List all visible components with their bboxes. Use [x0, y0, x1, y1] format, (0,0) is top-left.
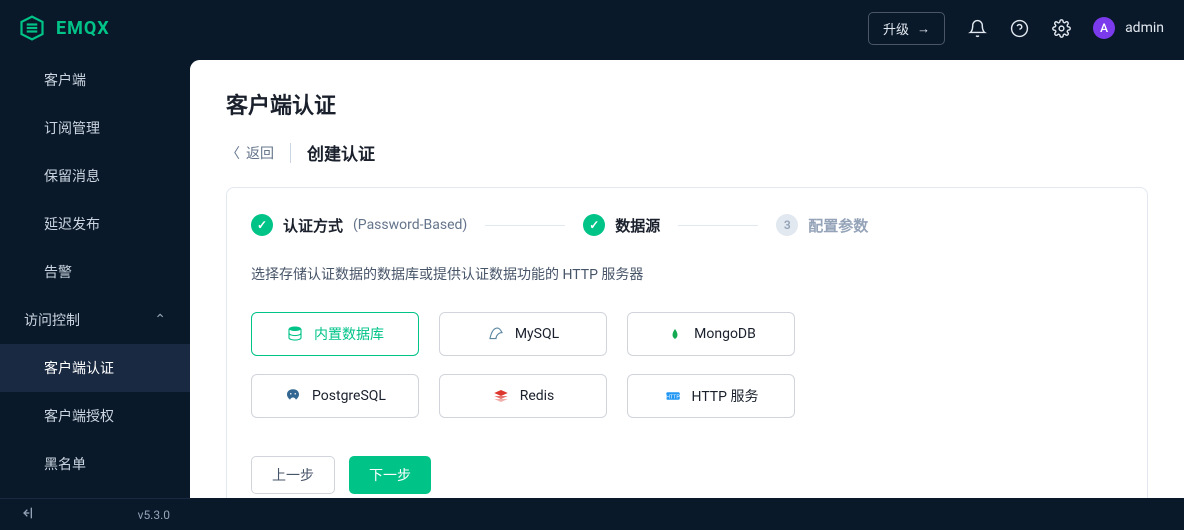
step-label: 认证方式 — [283, 215, 343, 236]
datasource-option-mysql[interactable]: MySQL — [439, 312, 607, 356]
main-layout: 客户端订阅管理保留消息延迟发布告警访问控制 ⌃ 客户端认证客户端授权黑名单 客户端认… — [0, 56, 1184, 498]
upgrade-label: 升级 — [883, 19, 909, 38]
app-header: EMQX 升级 → A admin — [0, 0, 1184, 56]
sidebar-item-label: 订阅管理 — [44, 118, 100, 138]
wizard-card: ✓ 认证方式 (Password-Based) ✓ 数据源 3 配置参数 选择存储认证数据… — [226, 187, 1148, 498]
sidebar: 客户端订阅管理保留消息延迟发布告警访问控制 ⌃ 客户端认证客户端授权黑名单 — [0, 56, 190, 498]
datasource-option-postgresql[interactable]: PostgreSQL — [251, 374, 419, 418]
help-icon[interactable] — [1009, 18, 1029, 38]
gear-icon[interactable] — [1051, 18, 1071, 38]
version-label: v5.3.0 — [138, 508, 170, 522]
sidebar-item-5[interactable]: 访问控制 ⌃ — [0, 296, 190, 344]
mongodb-icon — [666, 325, 684, 343]
page-title: 客户端认证 — [226, 88, 1148, 120]
divider — [290, 143, 291, 163]
postgresql-icon — [284, 387, 302, 405]
sidebar-item-2[interactable]: 保留消息 — [0, 152, 190, 200]
sidebar-footer: v5.3.0 — [0, 498, 190, 530]
step-label: 数据源 — [615, 215, 660, 236]
chevron-up-icon: ⌃ — [154, 312, 166, 328]
step-3: 3 配置参数 — [776, 214, 868, 236]
http-icon: HTTP — [664, 387, 682, 405]
option-label: HTTP 服务 — [692, 386, 759, 406]
content: 客户端认证 〈 返回 创建认证 ✓ 认证方式 (Password-Based) ✓ 数… — [190, 60, 1184, 498]
breadcrumb-title: 创建认证 — [307, 140, 375, 165]
sidebar-item-label: 延迟发布 — [44, 214, 100, 234]
redis-icon — [492, 387, 510, 405]
bell-icon[interactable] — [967, 18, 987, 38]
user-name: admin — [1125, 20, 1164, 36]
step-connector — [678, 225, 758, 226]
sidebar-item-label: 客户端授权 — [44, 406, 114, 426]
steps: ✓ 认证方式 (Password-Based) ✓ 数据源 3 配置参数 — [251, 214, 1123, 236]
datasource-option-database[interactable]: 内置数据库 — [251, 312, 419, 356]
prev-button[interactable]: 上一步 — [251, 456, 335, 494]
sidebar-item-label: 告警 — [44, 262, 72, 282]
step-label: 配置参数 — [808, 215, 868, 236]
back-link[interactable]: 〈 返回 — [226, 143, 274, 163]
datasource-option-http[interactable]: HTTP HTTP 服务 — [627, 374, 795, 418]
check-icon: ✓ — [583, 214, 605, 236]
content-wrap: 客户端认证 〈 返回 创建认证 ✓ 认证方式 (Password-Based) ✓ 数… — [190, 60, 1184, 498]
step-number-icon: 3 — [776, 214, 798, 236]
brand-text: EMQX — [56, 18, 110, 39]
sidebar-item-8[interactable]: 黑名单 — [0, 440, 190, 488]
sidebar-item-6[interactable]: 客户端认证 — [0, 344, 190, 392]
sidebar-item-0[interactable]: 客户端 — [0, 56, 190, 104]
next-button[interactable]: 下一步 — [349, 456, 431, 494]
datasource-option-redis[interactable]: Redis — [439, 374, 607, 418]
datasource-option-mongodb[interactable]: MongoDB — [627, 312, 795, 356]
wizard-buttons: 上一步 下一步 — [251, 456, 1123, 494]
database-icon — [286, 325, 304, 343]
header-actions: 升级 → A admin — [868, 12, 1164, 45]
check-icon: ✓ — [251, 214, 273, 236]
step-2: ✓ 数据源 — [583, 214, 660, 236]
sidebar-item-1[interactable]: 订阅管理 — [0, 104, 190, 152]
sidebar-item-label: 黑名单 — [44, 454, 86, 474]
option-label: PostgreSQL — [312, 388, 386, 404]
sidebar-item-label: 客户端认证 — [44, 358, 114, 378]
help-text: 选择存储认证数据的数据库或提供认证数据功能的 HTTP 服务器 — [251, 264, 1123, 284]
sidebar-item-7[interactable]: 客户端授权 — [0, 392, 190, 440]
step-1: ✓ 认证方式 (Password-Based) — [251, 214, 467, 236]
user-menu[interactable]: A admin — [1093, 17, 1164, 39]
sidebar-item-3[interactable]: 延迟发布 — [0, 200, 190, 248]
option-label: Redis — [520, 388, 555, 404]
breadcrumb: 〈 返回 创建认证 — [226, 140, 1148, 165]
avatar: A — [1093, 17, 1115, 39]
collapse-sidebar-icon[interactable] — [20, 505, 36, 524]
svg-text:HTTP: HTTP — [666, 394, 680, 400]
back-label: 返回 — [246, 143, 274, 163]
upgrade-button[interactable]: 升级 → — [868, 12, 945, 45]
sidebar-item-label: 客户端 — [44, 70, 86, 90]
datasource-options: 内置数据库MySQLMongoDBPostgreSQLRedisHTTPHTTP… — [251, 312, 1123, 418]
step-sublabel: (Password-Based) — [353, 217, 467, 233]
sidebar-item-label: 保留消息 — [44, 166, 100, 186]
mysql-icon — [487, 325, 505, 343]
brand-section: EMQX — [18, 14, 110, 42]
sidebar-item-4[interactable]: 告警 — [0, 248, 190, 296]
arrow-right-icon: → — [917, 21, 930, 36]
option-label: MySQL — [515, 326, 559, 342]
sidebar-item-label: 访问控制 — [24, 310, 80, 330]
option-label: MongoDB — [694, 326, 756, 342]
brand-logo-icon — [18, 14, 46, 42]
option-label: 内置数据库 — [314, 324, 384, 344]
chevron-left-icon: 〈 — [226, 143, 240, 163]
step-connector — [485, 225, 565, 226]
